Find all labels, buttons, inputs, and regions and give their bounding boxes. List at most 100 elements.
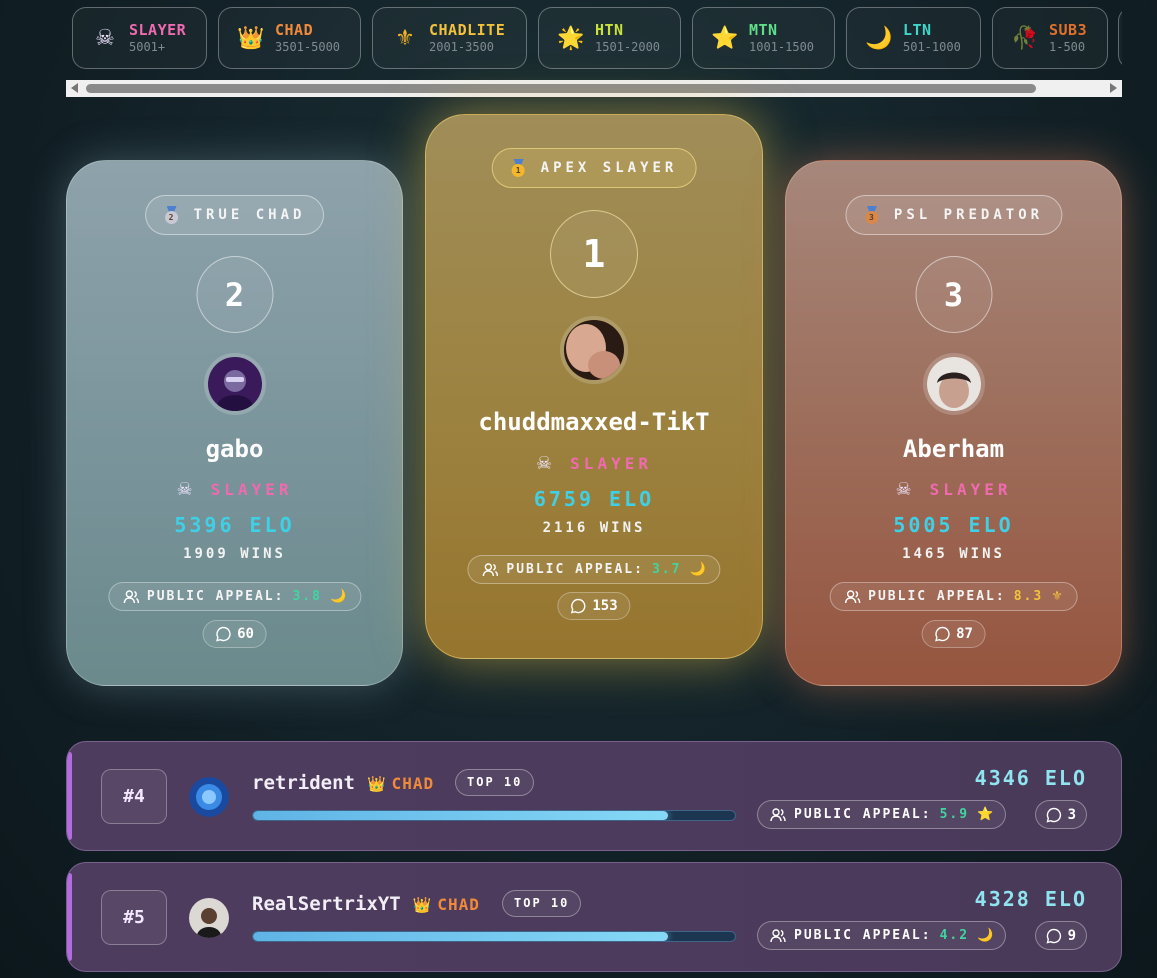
player-elo: 4346 ELO [974,766,1087,790]
tier-range: 1001-1500 [749,39,815,54]
comment-count: 87 [956,626,973,642]
tier-chip-slayer[interactable]: ☠ SLAYER 5001+ [72,7,207,69]
public-appeal-chip[interactable]: PUBLIC APPEAL: 8.3 ⚜ [829,582,1078,611]
public-appeal-value: 4.2 [939,928,970,943]
title-badge-label: APEX SLAYER [540,160,678,176]
podium-card-second[interactable]: TRUE CHAD 2 gabo ☠ SLAYER 5396 ELO 1909 W… [66,160,403,686]
crown-icon: 👑 [412,896,432,914]
avatar[interactable] [189,777,229,817]
public-appeal-chip[interactable]: PUBLIC APPEAL: 3.8 🌙 [107,582,362,611]
player-name[interactable]: retrident [252,772,355,794]
public-appeal-chip[interactable]: PUBLIC APPEAL: 3.7 🌙 [467,555,721,584]
comment-icon [1046,807,1061,822]
comments-button[interactable]: 87 [921,620,986,648]
tier-chip-mtn[interactable]: ⭐ MTN 1001-1500 [692,7,835,69]
comment-icon [934,626,950,642]
comment-icon [215,626,231,642]
comments-button[interactable]: 3 [1034,800,1087,829]
public-appeal-value: 5.9 [939,807,970,822]
leaderboard-row[interactable]: #4 retrident 👑 CHAD TOP 10 4346 ELO PUBLIC… [66,741,1122,851]
skull-icon: ☠ [536,453,557,474]
avatar[interactable] [560,316,628,384]
player-name[interactable]: chuddmaxxed-TikT [426,408,762,436]
tier-chip-sub3[interactable]: 🥀 SUB3 1-500 [992,7,1108,69]
public-appeal-label: PUBLIC APPEAL: [794,807,932,822]
comment-count: 153 [592,598,618,614]
tier-scrollbar[interactable] [66,80,1122,97]
public-appeal-label: PUBLIC APPEAL: [868,589,1006,604]
player-tier-label: SLAYER [210,480,293,499]
skull-icon: ☠ [895,479,916,500]
public-appeal-chip[interactable]: PUBLIC APPEAL: 5.9 ⭐ [757,800,1007,829]
scroll-right-arrow-icon[interactable] [1110,83,1117,93]
users-icon [123,589,139,603]
player-elo: 6759 ELO [533,487,655,511]
player-wins: 2116 WINS [542,520,646,536]
top10-tag: TOP 10 [455,769,535,796]
rank-badge: #4 [101,769,167,824]
tier-chip-ltn[interactable]: 🌙 LTN 501-1000 [846,7,981,69]
player-wins: 1465 WINS [902,546,1005,562]
tier-range: 1501-2000 [595,39,661,54]
tier-range: 2001-3500 [429,39,495,54]
avatar[interactable] [203,353,266,415]
scrollbar-thumb[interactable] [86,84,1036,93]
elo-progress-fill [253,932,668,941]
gold-medal-icon [511,159,527,177]
comment-icon [1046,928,1061,943]
avatar[interactable] [922,353,985,415]
tier-name: CHAD [275,20,314,39]
tier-name: HTN [595,20,624,39]
comments-button[interactable]: 60 [202,620,267,648]
public-appeal-chip[interactable]: PUBLIC APPEAL: 4.2 🌙 [757,921,1007,950]
player-wins: 1909 WINS [183,546,286,562]
comments-button[interactable]: 153 [557,592,631,620]
comments-button[interactable]: 9 [1034,921,1087,950]
row-accent [67,873,72,961]
tier-range: 5001+ [129,39,166,54]
player-name-line: RealSertrixYT 👑 CHAD [252,893,480,915]
player-tier: ☠ SLAYER [786,479,1121,500]
rank-circle: 1 [550,210,638,298]
comment-icon [570,598,586,614]
player-tier: ☠ SLAYER [426,453,762,474]
player-name[interactable]: gabo [67,435,402,463]
podium-card-first[interactable]: APEX SLAYER 1 chuddmaxxed-TikT ☠ SLAYER 6… [425,114,763,659]
row-accent [67,752,72,840]
leaderboard-row[interactable]: #5 RealSertrixYT 👑 CHAD TOP 10 4328 ELO PU… [66,862,1122,972]
title-badge: APEX SLAYER [491,148,697,188]
public-appeal-value: 8.3 [1013,589,1044,604]
elo-progress-fill [253,811,668,820]
skull-icon: ☠ [176,479,197,500]
moon-icon: 🌙 [865,25,893,51]
tier-chip-htn[interactable]: 🌟 HTN 1501-2000 [538,7,681,69]
public-appeal-value: 3.8 [292,589,322,604]
glowing-star-icon: 🌟 [557,25,585,51]
player-name-line: retrident 👑 CHAD [252,772,434,794]
player-name[interactable]: RealSertrixYT [252,893,401,915]
tier-range: 3501-5000 [275,39,341,54]
star-icon: ⭐ [711,25,739,51]
scroll-left-arrow-icon[interactable] [71,83,78,93]
top10-tag: TOP 10 [502,890,582,917]
tier-name: CHADLITE [429,20,506,39]
player-name[interactable]: Aberham [786,435,1121,463]
player-elo: 5396 ELO [174,513,295,537]
tier-name: SUB3 [1049,20,1088,39]
bronze-medal-icon [864,206,880,224]
tier-chip-partial[interactable] [1118,7,1122,69]
tier-name: MTN [749,20,778,39]
tier-name: SLAYER [129,20,187,39]
users-icon [482,562,499,576]
avatar[interactable] [189,898,229,938]
comment-count: 3 [1067,806,1076,823]
users-icon [770,807,786,821]
player-elo: 5005 ELO [893,513,1014,537]
public-appeal-label: PUBLIC APPEAL: [794,928,932,943]
rank-circle: 3 [915,256,992,333]
tier-chip-chadlite[interactable]: ⚜ CHADLITE 2001-3500 [372,7,527,69]
wilted-rose-icon: 🥀 [1011,25,1039,51]
podium-card-third[interactable]: PSL PREDATOR 3 Aberham ☠SLAYER 5005 ELO … [785,160,1122,686]
tier-chip-chad[interactable]: 👑 CHAD 3501-5000 [218,7,361,69]
title-badge-label: PSL PREDATOR [893,207,1044,223]
